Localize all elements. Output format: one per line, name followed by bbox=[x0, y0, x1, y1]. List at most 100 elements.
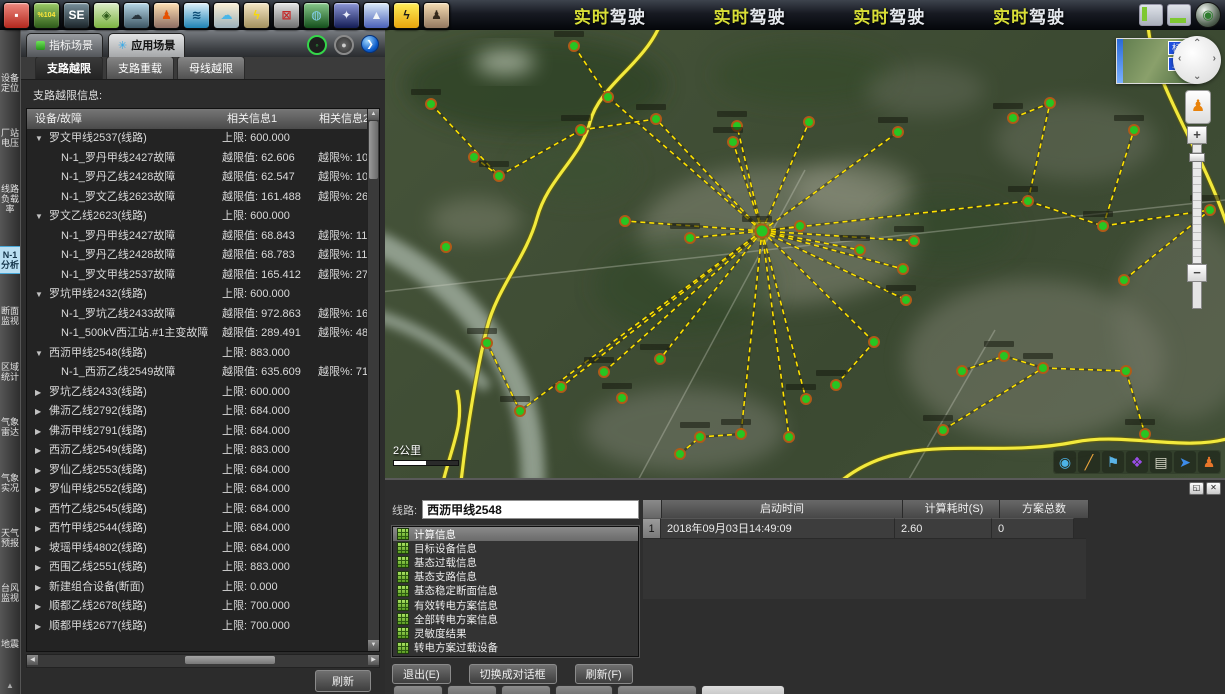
refresh-button[interactable]: 刷新(F) bbox=[575, 664, 633, 684]
station-marker[interactable] bbox=[801, 394, 811, 404]
list-item-9[interactable]: 转电方案过载设备 bbox=[393, 641, 638, 655]
bottom-tab-2[interactable] bbox=[447, 685, 497, 694]
realtime-drive-tab-2[interactable]: 实时驾驶 bbox=[714, 3, 786, 28]
list-item-4[interactable]: 基态支路信息 bbox=[393, 570, 638, 584]
layout-left-icon[interactable] bbox=[1139, 4, 1163, 26]
station-marker[interactable] bbox=[685, 233, 695, 243]
station-marker[interactable] bbox=[831, 380, 841, 390]
locate-target-icon[interactable]: ◉ bbox=[1054, 451, 1076, 473]
station-marker[interactable] bbox=[804, 117, 814, 127]
sidebar-item-8[interactable]: 气象 实况 bbox=[0, 470, 20, 496]
station-marker[interactable] bbox=[620, 216, 630, 226]
realtime-drive-tab-4[interactable]: 实时驾驶 bbox=[993, 3, 1065, 28]
tree-toggle-icon[interactable]: ▼ bbox=[35, 344, 45, 364]
station-marker[interactable] bbox=[441, 242, 451, 252]
scroll-right-icon[interactable]: ▶ bbox=[368, 655, 379, 665]
table-row[interactable]: ▶西沥乙线2549(线路)上限: 883.000 bbox=[27, 441, 368, 461]
tree-toggle-icon[interactable]: ▶ bbox=[35, 578, 45, 598]
station-marker[interactable] bbox=[1098, 221, 1108, 231]
table-row[interactable]: N-1_罗文乙线2623故障越限值: 161.488越限%: 26.9 bbox=[27, 188, 368, 208]
table-row[interactable]: ▶罗仙甲线2552(线路)上限: 684.000 bbox=[27, 480, 368, 500]
mountains-icon[interactable]: ▲ bbox=[363, 2, 390, 29]
operator-icon[interactable]: ♟ bbox=[423, 2, 450, 29]
zoom-slider-handle[interactable] bbox=[1189, 153, 1205, 162]
navigate-arrow-icon[interactable]: ➤ bbox=[1174, 451, 1196, 473]
close-button[interactable]: ✕ bbox=[1206, 482, 1221, 495]
layers-remove-icon[interactable]: ⊠ bbox=[273, 2, 300, 29]
station-marker[interactable] bbox=[675, 449, 685, 459]
station-marker[interactable] bbox=[901, 295, 911, 305]
list-item-6[interactable]: 有效转电方案信息 bbox=[393, 598, 638, 612]
tree-toggle-icon[interactable]: ▶ bbox=[35, 558, 45, 578]
list-item-5[interactable]: 基态稳定断面信息 bbox=[393, 584, 638, 598]
station-marker[interactable] bbox=[1045, 98, 1055, 108]
table-row[interactable]: ▶西竹乙线2545(线路)上限: 684.000 bbox=[27, 500, 368, 520]
tree-toggle-icon[interactable]: ▶ bbox=[35, 461, 45, 481]
tree-toggle-icon[interactable]: ▶ bbox=[35, 500, 45, 520]
table-row[interactable]: ▼西沥甲线2548(线路)上限: 883.000 bbox=[27, 344, 368, 364]
sidebar-scroll-up-icon[interactable]: ▲ bbox=[6, 681, 14, 690]
se-icon[interactable]: SE bbox=[63, 2, 90, 29]
storm-cloud-icon[interactable]: ☁ bbox=[123, 2, 150, 29]
target-button[interactable]: ● bbox=[334, 35, 354, 55]
pan-right-icon[interactable]: › bbox=[1213, 53, 1216, 64]
table-row[interactable]: ▶坡瑶甲线4802(线路)上限: 684.000 bbox=[27, 539, 368, 559]
station-marker[interactable] bbox=[576, 125, 586, 135]
sidebar-item-3[interactable]: 线路 负载 率 bbox=[0, 181, 20, 217]
col-total[interactable]: 方案总数 bbox=[1000, 500, 1089, 518]
station-marker[interactable] bbox=[556, 382, 566, 392]
bottom-tab-5[interactable] bbox=[617, 685, 697, 694]
table-row[interactable]: N-1_罗丹甲线2427故障越限值: 62.606越限%: 10.4 bbox=[27, 149, 368, 169]
float-button[interactable]: ◱ bbox=[1189, 482, 1204, 495]
table-row[interactable]: ▶罗坑乙线2433(线路)上限: 600.000 bbox=[27, 383, 368, 403]
tree-toggle-icon[interactable]: ▶ bbox=[35, 597, 45, 617]
subtab-2[interactable]: 支路重载 bbox=[106, 56, 174, 79]
percent-104-icon[interactable]: %104 bbox=[33, 2, 60, 29]
tree-toggle-icon[interactable]: ▶ bbox=[35, 519, 45, 539]
list-item-1[interactable]: 计算信息 bbox=[393, 527, 638, 541]
station-marker[interactable] bbox=[695, 432, 705, 442]
col-device-fault[interactable]: 设备/故障 bbox=[27, 109, 227, 129]
pegman-tool-icon[interactable]: ♟ bbox=[1198, 451, 1220, 473]
sidebar-item-2[interactable]: 厂站 电压 bbox=[0, 125, 20, 151]
realtime-drive-tab-3[interactable]: 实时驾驶 bbox=[853, 3, 925, 28]
sidebar-item-5[interactable]: 断面 监视 bbox=[0, 303, 20, 329]
zoom-in-button[interactable]: + bbox=[1187, 126, 1207, 144]
hazard-lightning-icon[interactable]: ϟ bbox=[393, 2, 420, 29]
network-icon[interactable]: ✦ bbox=[333, 2, 360, 29]
col-info1[interactable]: 相关信息1 bbox=[227, 109, 319, 129]
tree-toggle-icon[interactable]: ▶ bbox=[35, 480, 45, 500]
record-button[interactable]: ◦ bbox=[307, 35, 327, 55]
pegman-control[interactable]: ♟ bbox=[1185, 90, 1211, 124]
result-row[interactable]: 1 2018年09月03日14:49:09 2.60 0 bbox=[643, 518, 1219, 538]
line-input[interactable] bbox=[422, 500, 639, 519]
station-marker[interactable] bbox=[999, 351, 1009, 361]
layout-bottom-icon[interactable] bbox=[1167, 4, 1191, 26]
table-row[interactable]: ▶西竹甲线2544(线路)上限: 684.000 bbox=[27, 519, 368, 539]
station-marker[interactable] bbox=[898, 264, 908, 274]
station-marker[interactable] bbox=[784, 432, 794, 442]
col-start-time[interactable]: 启动时间 bbox=[662, 500, 903, 518]
pan-up-icon[interactable]: ⌃ bbox=[1193, 38, 1201, 49]
realtime-drive-tab-1[interactable]: 实时驾驶 bbox=[574, 3, 646, 28]
pan-down-icon[interactable]: ⌄ bbox=[1193, 71, 1201, 82]
scroll-thumb[interactable] bbox=[185, 656, 275, 664]
cloud-icon[interactable]: ☁ bbox=[213, 2, 240, 29]
play-button[interactable]: ❯ bbox=[361, 35, 379, 53]
station-marker[interactable] bbox=[909, 236, 919, 246]
station-marker[interactable] bbox=[655, 354, 665, 364]
table-row[interactable]: N-1_罗丹乙线2428故障越限值: 62.547越限%: 10.4 bbox=[27, 168, 368, 188]
tree-toggle-icon[interactable]: ▶ bbox=[35, 383, 45, 403]
sidebar-item-11[interactable]: 地震 bbox=[0, 636, 20, 652]
list-item-2[interactable]: 目标设备信息 bbox=[393, 541, 638, 555]
zoom-out-button[interactable]: − bbox=[1187, 264, 1207, 282]
eye-icon[interactable]: ◉ bbox=[1195, 2, 1221, 28]
table-row[interactable]: N-1_罗文甲线2537故障越限值: 165.412越限%: 27.5 bbox=[27, 266, 368, 286]
station-marker[interactable] bbox=[482, 338, 492, 348]
lightning-icon[interactable]: ϟ bbox=[243, 2, 270, 29]
station-marker[interactable] bbox=[469, 152, 479, 162]
list-item-3[interactable]: 基态过载信息 bbox=[393, 555, 638, 569]
table-row[interactable]: ▼罗文乙线2623(线路)上限: 600.000 bbox=[27, 207, 368, 227]
zoom-slider[interactable] bbox=[1192, 144, 1202, 264]
globe-icon[interactable]: ◍ bbox=[303, 2, 330, 29]
